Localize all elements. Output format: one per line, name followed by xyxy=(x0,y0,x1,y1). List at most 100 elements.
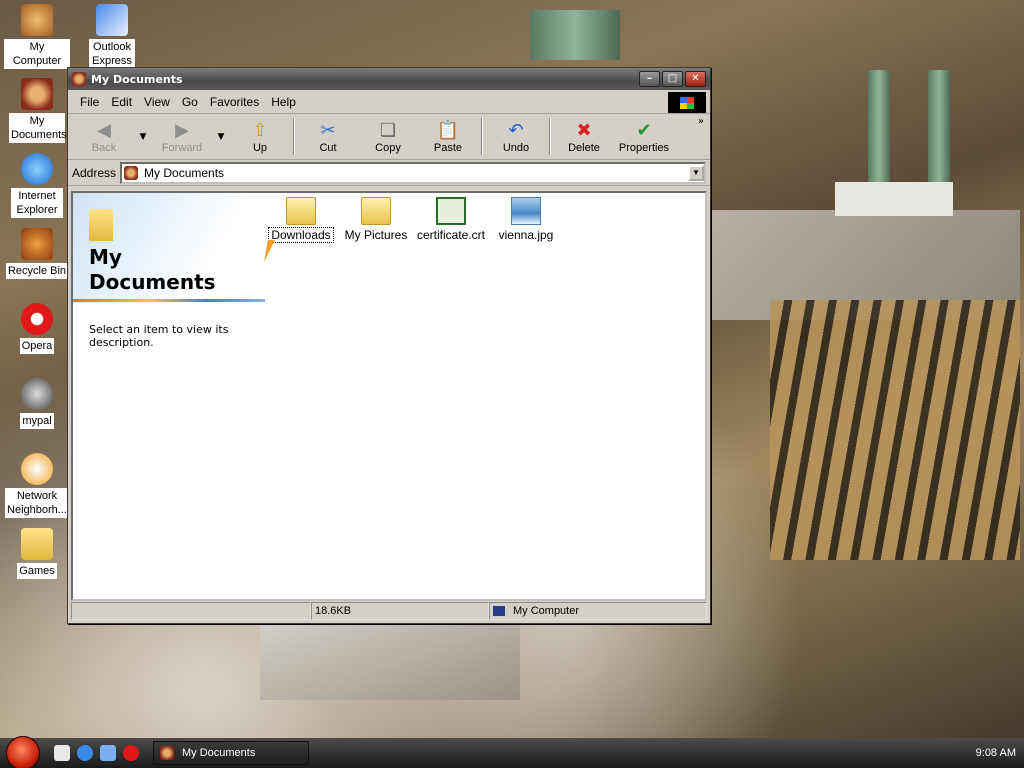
desktop-icon-opera[interactable]: Opera xyxy=(4,303,70,354)
properties-button[interactable]: ✔ Properties xyxy=(614,114,674,159)
opera-icon[interactable] xyxy=(123,745,139,761)
forward-arrow-icon: ▶ xyxy=(175,120,189,140)
scissors-icon: ✂ xyxy=(320,120,336,140)
status-zone: My Computer xyxy=(489,602,707,620)
copy-icon: ❏ xyxy=(379,120,397,140)
address-dropdown-button[interactable]: ▼ xyxy=(688,164,704,181)
back-label: Back xyxy=(91,141,117,154)
paste-button[interactable]: 📋 Paste xyxy=(418,114,478,159)
delete-label: Delete xyxy=(568,141,600,154)
file-label: My Pictures xyxy=(344,228,408,242)
back-dropdown-button[interactable]: ▼ xyxy=(134,114,152,159)
window-title: My Documents xyxy=(91,72,183,86)
desktop-icon-my-computer[interactable]: My Computer xyxy=(4,4,70,69)
minimize-button[interactable]: – xyxy=(639,71,660,87)
my-computer-icon xyxy=(493,606,505,616)
system-clock[interactable]: 9:08 AM xyxy=(976,747,1016,759)
back-button[interactable]: ◀ Back xyxy=(74,114,134,159)
webview-title-line1: My xyxy=(89,245,122,269)
undo-icon: ↶ xyxy=(508,120,524,140)
cut-button[interactable]: ✂ Cut xyxy=(298,114,358,159)
file-item-downloads[interactable]: Downloads xyxy=(261,197,341,243)
taskbar-button-my-documents[interactable]: My Documents xyxy=(153,741,309,765)
file-label: vienna.jpg xyxy=(498,228,554,242)
delete-x-icon: ✖ xyxy=(576,120,592,140)
start-button[interactable] xyxy=(6,736,40,768)
wallpaper-floor xyxy=(260,620,520,700)
desktop-icon-recycle-bin[interactable]: Recycle Bin xyxy=(4,228,70,279)
menu-file[interactable]: File xyxy=(74,95,105,109)
network-neighborhood-icon xyxy=(21,453,53,485)
forward-dropdown-button[interactable]: ▼ xyxy=(212,114,230,159)
file-item-certificate[interactable]: certificate.crt xyxy=(411,197,491,242)
up-label: Up xyxy=(252,141,268,154)
address-field[interactable]: My Documents ▼ xyxy=(120,161,706,184)
desktop-icon-mypal[interactable]: mypal xyxy=(4,378,70,429)
opera-icon xyxy=(21,303,53,335)
paste-label: Paste xyxy=(433,141,463,154)
status-objects xyxy=(71,602,311,620)
desktop-icon-label: mypal xyxy=(20,413,54,429)
file-item-my-pictures[interactable]: My Pictures xyxy=(336,197,416,242)
undo-button[interactable]: ↶ Undo xyxy=(486,114,546,159)
folder-icon xyxy=(361,197,391,225)
desktop-icon-internet-explorer[interactable]: Internet Explorer xyxy=(4,153,70,218)
show-desktop-icon[interactable] xyxy=(54,745,70,761)
copy-button[interactable]: ❏ Copy xyxy=(358,114,418,159)
toolbar-separator xyxy=(293,118,295,155)
wallpaper-column xyxy=(928,70,950,185)
my-documents-icon xyxy=(72,72,86,86)
desktop-icon-label: My Documents xyxy=(9,113,67,143)
status-size: 18.6KB xyxy=(311,602,489,620)
window-titlebar[interactable]: My Documents – □ ✕ xyxy=(68,68,710,90)
desktop-icon-network-neighborhood[interactable]: Network Neighborh... xyxy=(4,453,70,518)
webview-title: My Documents xyxy=(89,245,269,295)
toolbar-overflow-chevron-icon[interactable]: » xyxy=(698,116,704,127)
recycle-bin-icon xyxy=(21,228,53,260)
forward-label: Forward xyxy=(161,141,203,154)
up-folder-icon: ⇧ xyxy=(252,120,268,140)
forward-button[interactable]: ▶ Forward xyxy=(152,114,212,159)
desktop-icon-label: Internet Explorer xyxy=(11,188,63,218)
mypal-icon xyxy=(21,378,53,410)
desktop-icon-label: Recycle Bin xyxy=(5,263,69,279)
taskbar-button-label: My Documents xyxy=(182,747,256,759)
properties-check-icon: ✔ xyxy=(636,120,652,140)
desktop-icon-outlook-express[interactable]: Outlook Express xyxy=(79,4,145,69)
menu-go[interactable]: Go xyxy=(176,95,204,109)
webview-title-line2: Documents xyxy=(89,270,216,294)
back-arrow-icon: ◀ xyxy=(97,120,111,140)
up-button[interactable]: ⇧ Up xyxy=(230,114,290,159)
image-file-icon xyxy=(511,197,541,225)
desktop-icon-label: Games xyxy=(17,563,57,579)
toolbar-separator xyxy=(481,118,483,155)
menu-favorites[interactable]: Favorites xyxy=(204,95,265,109)
maximize-button[interactable]: □ xyxy=(662,71,683,87)
wallpaper-stripes xyxy=(770,300,1020,560)
menu-view[interactable]: View xyxy=(138,95,176,109)
menu-help[interactable]: Help xyxy=(265,95,302,109)
toolbar: ◀ Back ▼ ▶ Forward ▼ ⇧ Up ✂ Cut ❏ Copy 📋… xyxy=(68,114,710,160)
webview-panel: My Documents xyxy=(73,193,265,303)
outlook-express-icon[interactable] xyxy=(100,745,116,761)
quick-launch xyxy=(54,745,139,761)
close-button[interactable]: ✕ xyxy=(685,71,706,87)
desktop-icon-label: Network Neighborh... xyxy=(5,488,69,518)
webview-description: Select an item to view its description. xyxy=(89,323,229,349)
clipboard-icon: 📋 xyxy=(436,120,460,140)
my-documents-icon xyxy=(21,78,53,110)
address-label: Address xyxy=(72,165,117,180)
folder-content[interactable]: My Documents Select an item to view its … xyxy=(71,191,707,601)
delete-button[interactable]: ✖ Delete xyxy=(554,114,614,159)
desktop-icon-my-documents[interactable]: My Documents xyxy=(4,78,70,143)
internet-explorer-icon[interactable] xyxy=(77,745,93,761)
status-bar: 18.6KB My Computer xyxy=(71,602,707,620)
desktop-icon-label: Outlook Express xyxy=(89,39,135,69)
desktop-icon-label: My Computer xyxy=(4,39,70,69)
my-documents-icon xyxy=(160,746,174,760)
desktop-icon-games[interactable]: Games xyxy=(4,528,70,579)
menu-edit[interactable]: Edit xyxy=(105,95,138,109)
file-item-vienna-jpg[interactable]: vienna.jpg xyxy=(486,197,566,242)
wallpaper-column xyxy=(868,70,890,185)
explorer-window: My Documents – □ ✕ File Edit View Go Fav… xyxy=(67,67,711,624)
